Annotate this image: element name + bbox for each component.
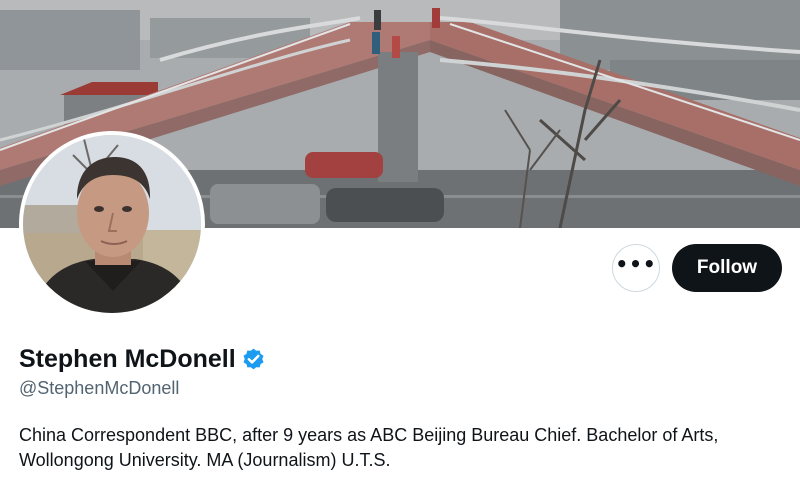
more-options-icon: •••	[615, 252, 657, 276]
verified-badge-icon	[243, 348, 264, 369]
more-options-button[interactable]: •••	[612, 244, 660, 292]
profile-name-row: Stephen McDonell	[19, 341, 266, 377]
display-name: Stephen McDonell	[19, 344, 236, 373]
profile-bio: China Correspondent BBC, after 9 years a…	[19, 425, 719, 470]
profile-handle: @StephenMcDonell	[19, 378, 180, 398]
avatar[interactable]	[23, 135, 201, 313]
avatar-frame[interactable]	[19, 131, 205, 317]
follow-button[interactable]: Follow	[672, 244, 782, 292]
profile-page: ••• Follow Stephen McDonell @StephenMcDo…	[0, 0, 800, 480]
